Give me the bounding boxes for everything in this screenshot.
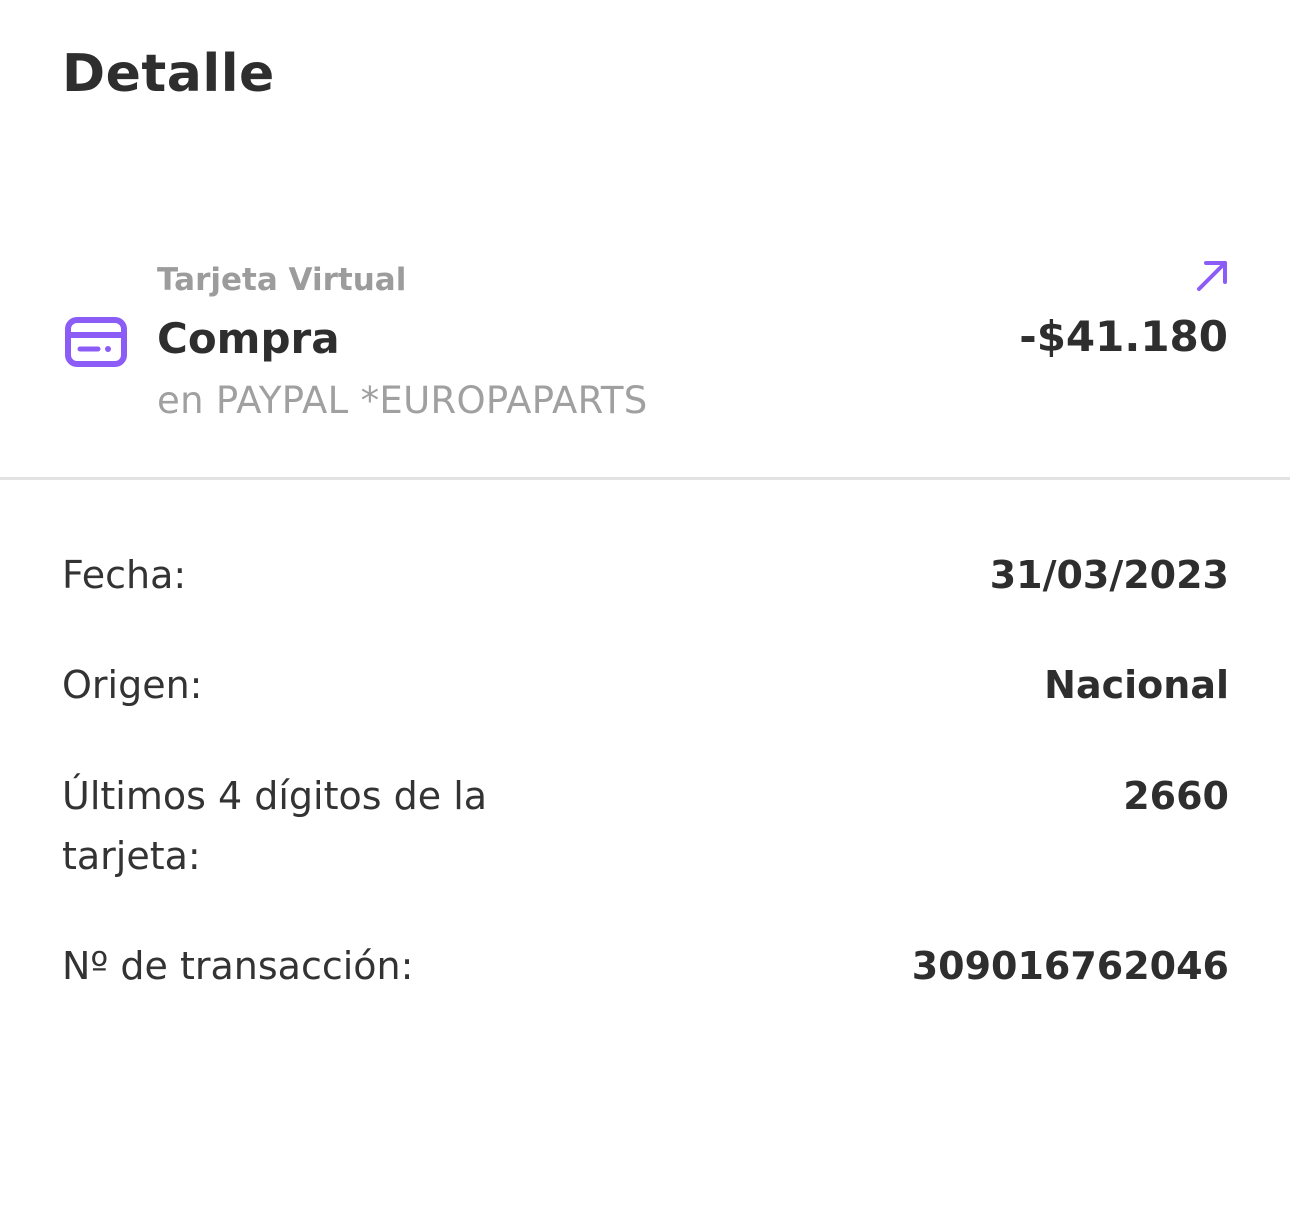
arrow-up-right-icon[interactable] — [1194, 258, 1230, 294]
transaction-channel: Tarjeta Virtual — [157, 262, 407, 298]
transaction-type: Compra — [157, 314, 340, 363]
detail-value-date: 31/03/2023 — [989, 553, 1229, 597]
page-title: Detalle — [62, 44, 275, 104]
detail-value-card-digits: 2660 — [1123, 774, 1229, 818]
detail-value-origin: Nacional — [1044, 663, 1229, 707]
detail-label: Últimos 4 dígitos de la tarjeta: — [62, 774, 488, 878]
detail-label: Nº de transacción: — [62, 944, 414, 988]
detail-label: Fecha: — [62, 553, 187, 597]
transaction-merchant: en PAYPAL *EUROPAPARTS — [157, 379, 648, 422]
transaction-detail-screen: Detalle Tarjeta Virtual Compra en PAYPAL… — [0, 0, 1290, 1217]
transaction-summary: Tarjeta Virtual Compra en PAYPAL *EUROPA… — [0, 240, 1290, 478]
detail-label: Origen: — [62, 663, 203, 707]
divider — [0, 477, 1290, 480]
detail-value-transaction-number: 309016762046 — [911, 944, 1229, 988]
credit-card-icon — [64, 316, 128, 368]
transaction-amount: -$41.180 — [1019, 312, 1228, 361]
